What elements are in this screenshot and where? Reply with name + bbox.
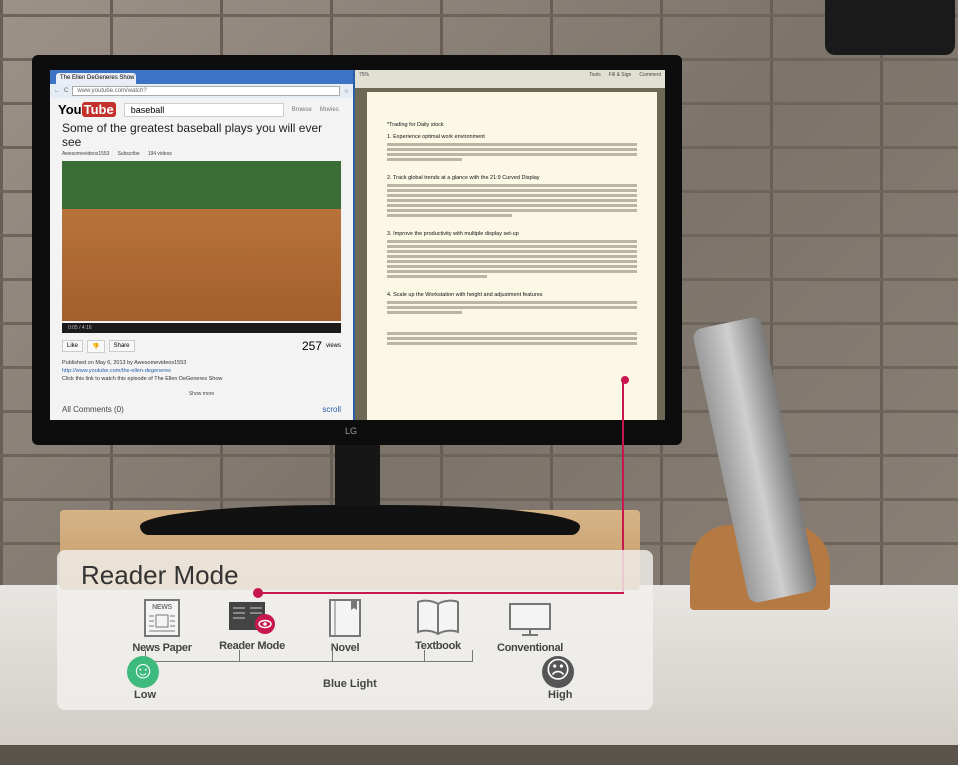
monitor-stand-base (140, 505, 580, 535)
low-label: Low (134, 689, 156, 701)
share-button[interactable]: Share (108, 340, 135, 352)
textbook-icon (417, 599, 459, 636)
comments-header: All Comments (0) scroll (50, 397, 353, 415)
high-label: High (548, 689, 573, 701)
videos-count[interactable]: 194 videos (148, 151, 172, 157)
tool-comment[interactable]: Comment (639, 72, 661, 78)
nav-browse[interactable]: Browse (292, 107, 312, 113)
description-link[interactable]: http://www.youtube.com/the-ellen-degener… (62, 367, 341, 375)
callout-line (260, 592, 624, 594)
svg-text:NEWS: NEWS (152, 604, 172, 611)
tool-fill-sign[interactable]: Fill & Sign (609, 72, 632, 78)
doc-title: *Trading for Daily stock (387, 122, 444, 128)
reader-mode-icon (229, 602, 275, 634)
back-icon[interactable]: ← (54, 88, 60, 94)
monitor-brand: LG (345, 426, 358, 436)
mode-news-paper: NEWS News Paper (117, 598, 207, 654)
novel-icon (329, 599, 361, 637)
scale-label: Blue Light (323, 678, 377, 690)
video-player[interactable] (62, 161, 341, 321)
reader-mode-panel: Reader Mode NEWS News Paper Reader Mode … (57, 550, 653, 710)
doc-heading: 2. Track global trends at a glance with … (387, 175, 540, 181)
video-title: Some of the greatest baseball plays you … (62, 121, 323, 149)
views-label: views (325, 343, 341, 349)
callout-dot (253, 588, 263, 598)
dislike-button[interactable]: 👎 (87, 339, 105, 353)
description: Click this link to watch this episode of… (62, 376, 223, 382)
tool-tools[interactable]: Tools (589, 72, 601, 78)
callout-dot (621, 376, 629, 384)
like-button[interactable]: Like (62, 340, 84, 352)
monitor-icon (509, 603, 551, 636)
mode-reader-mode: Reader Mode (207, 598, 297, 652)
newspaper-icon: NEWS (144, 599, 180, 637)
mode-conventional: Conventional (485, 602, 575, 654)
browser-tab[interactable]: The Ellen DeGeneres Show (56, 73, 136, 85)
pdf-page: *Trading for Daily stock 1. Experience o… (367, 92, 657, 420)
published-info: Published on May 6, 2013 by Awesomevideo… (62, 360, 187, 366)
star-icon[interactable]: ☆ (344, 88, 349, 95)
video-controls[interactable]: 0:05 / 4:16 (62, 323, 341, 333)
panel-title: Reader Mode (81, 560, 239, 590)
doc-heading: 3. Improve the productivity with multipl… (387, 231, 519, 237)
pdf-reader-window: 75% Comment Fill & Sign Tools *Trading for… (355, 70, 665, 420)
frown-icon: ☹ (542, 656, 574, 688)
zoom-level[interactable]: 75% (359, 72, 369, 78)
pdf-toolbar: 75% Comment Fill & Sign Tools (355, 70, 665, 88)
channel-name[interactable]: Awesomevideos1553 (62, 151, 109, 157)
mode-textbook: Textbook (393, 598, 483, 652)
search-input[interactable]: baseball (123, 102, 284, 117)
subscribe-button[interactable]: Subscribe (117, 151, 139, 157)
reload-icon[interactable]: C (64, 88, 68, 94)
blue-light-scale (145, 650, 473, 662)
nav-movies[interactable]: Movies (320, 107, 339, 113)
view-count: 257 (301, 339, 322, 353)
scroll-link[interactable]: scroll (322, 405, 341, 415)
comments-count: All Comments (0) (62, 405, 124, 414)
address-bar[interactable]: www.youtube.com/watch? (72, 86, 340, 96)
mode-label: Conventional (496, 642, 564, 654)
lamp (825, 0, 955, 55)
doc-heading: 1. Experience optimal work environment (387, 134, 485, 140)
doc-heading: 4. Scale up the Workstation with height … (387, 292, 543, 298)
desk-edge (0, 745, 958, 765)
monitor-screen: The Ellen DeGeneres Show ← C www.youtube.… (50, 70, 665, 420)
browser-window: The Ellen DeGeneres Show ← C www.youtube.… (50, 70, 355, 420)
smile-icon: ☺ (127, 656, 159, 688)
youtube-logo[interactable]: You Tube (58, 102, 116, 117)
video-time: 0:05 / 4:16 (68, 325, 92, 331)
mode-novel: Novel (300, 598, 390, 654)
